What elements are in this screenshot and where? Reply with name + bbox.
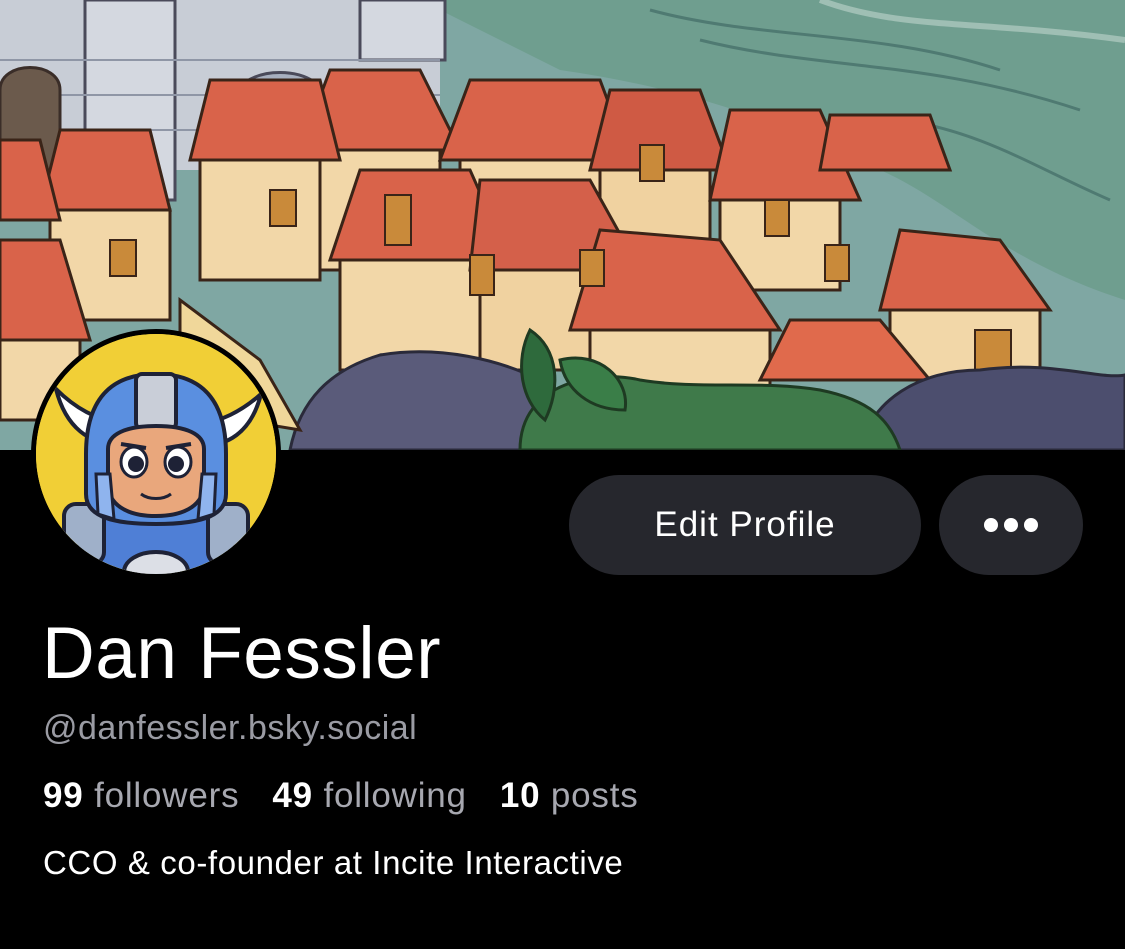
avatar-image (36, 334, 276, 574)
more-options-button[interactable] (939, 475, 1083, 575)
profile-handle: @danfessler.bsky.social (43, 709, 418, 747)
following-stat[interactable]: 49 following (272, 775, 466, 817)
followers-label: followers (94, 776, 240, 815)
ellipsis-icon (981, 518, 1041, 532)
posts-stat: 10 posts (500, 775, 639, 817)
following-label: following (323, 776, 467, 815)
avatar[interactable] (31, 329, 281, 579)
profile-stats: 99 followers 49 following 10 posts (43, 775, 672, 817)
followers-stat[interactable]: 99 followers (43, 775, 239, 817)
profile-bio: CCO & co-founder at Incite Interactive (43, 844, 624, 881)
display-name: Dan Fessler (42, 613, 442, 694)
posts-count: 10 (499, 776, 541, 815)
edit-profile-button[interactable]: Edit Profile (569, 475, 921, 575)
posts-label: posts (550, 776, 639, 815)
edit-profile-label: Edit Profile (654, 505, 836, 544)
followers-count: 99 (43, 776, 84, 815)
following-count: 49 (272, 776, 313, 815)
